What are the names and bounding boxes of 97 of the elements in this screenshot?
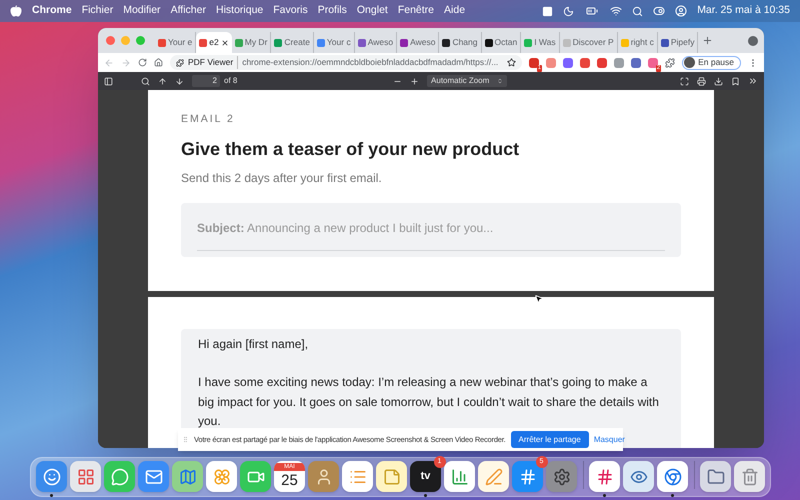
list-icon[interactable] [342, 461, 373, 492]
menu-item[interactable]: Profils [318, 3, 347, 19]
app-name-menu[interactable]: Chrome [32, 3, 72, 19]
tab-title: My Dr [244, 36, 268, 49]
extension-icon[interactable] [580, 58, 590, 68]
extension-icon[interactable] [631, 58, 642, 68]
envelope-icon[interactable] [138, 461, 169, 492]
menu-item[interactable]: Favoris [273, 3, 308, 19]
home-icon[interactable] [154, 58, 163, 67]
calendar-day: 25 [281, 470, 298, 490]
trash-icon[interactable] [734, 461, 765, 492]
pen-icon[interactable] [478, 461, 509, 492]
bookmark-icon[interactable] [731, 76, 740, 86]
apple-logo-icon[interactable] [10, 5, 22, 17]
print-icon[interactable] [697, 76, 706, 86]
extensions-puzzle-icon[interactable] [665, 58, 676, 68]
map-icon[interactable] [172, 461, 203, 492]
tab-title: Octan [494, 36, 518, 49]
page-heading: Give them a teaser of your new product [181, 138, 520, 161]
bar-chart-icon[interactable] [444, 461, 475, 492]
menu-item[interactable]: Afficher [170, 3, 206, 19]
gear-icon[interactable] [546, 461, 577, 492]
email-label: EMAIL 2 [181, 112, 236, 127]
flower-icon[interactable] [206, 461, 237, 492]
hide-link[interactable]: Masquer [594, 434, 625, 446]
menu-item[interactable]: Historique [216, 3, 264, 19]
status-box-icon[interactable] [542, 6, 554, 16]
extension-icon[interactable] [614, 58, 624, 68]
extension-icon[interactable] [546, 58, 556, 68]
tab-title: right c [630, 36, 654, 49]
tab-title: Your c [326, 36, 351, 49]
page-number-field[interactable]: 2 [192, 75, 220, 87]
bookmark-star-icon[interactable] [507, 58, 516, 67]
next-page-icon[interactable] [175, 76, 184, 86]
photo-viewer-icon[interactable] [623, 461, 654, 492]
video-camera-icon[interactable] [240, 461, 271, 492]
tab-title: Chang [452, 36, 478, 49]
close-tab-icon[interactable] [220, 38, 229, 46]
battery-icon[interactable] [584, 5, 600, 17]
zoom-in-icon[interactable] [410, 76, 420, 86]
menu-item[interactable]: Aide [444, 3, 466, 19]
download-icon[interactable] [714, 76, 723, 86]
menu-item[interactable]: Onglet [356, 3, 388, 19]
tab-title: Create [284, 36, 310, 49]
running-indicator [424, 494, 427, 497]
menu-bar-clock[interactable]: Mar. 25 mai à 10:35 [697, 3, 790, 19]
tab-title: e2 [209, 36, 219, 49]
puzzle-icon [176, 58, 184, 66]
more-tools-icon[interactable] [748, 76, 758, 86]
url-text: chrome-extension://oemmndcbldboiebfnladdacbdfmadadm/https://... [242, 56, 498, 69]
tv-label: tv [420, 469, 430, 484]
tab-title: Aweso [368, 36, 394, 49]
tab-title: Your e [168, 36, 192, 49]
extension-icon[interactable] [597, 58, 608, 68]
search-icon[interactable] [632, 6, 644, 16]
page-subtitle: Send this 2 days after your first email. [181, 170, 383, 187]
stop-sharing-button[interactable]: Arrêter le partage [510, 431, 589, 448]
notepad-icon[interactable] [376, 461, 407, 492]
search-icon[interactable] [141, 76, 150, 86]
extension-icon[interactable] [563, 58, 574, 68]
menu-item[interactable]: Fenêtre [398, 3, 434, 19]
running-indicator [50, 494, 53, 497]
page-count: of 8 [224, 75, 238, 87]
browser-logo-icon[interactable] [657, 461, 688, 492]
reload-icon[interactable] [138, 58, 147, 67]
speech-bubble-icon[interactable] [104, 461, 135, 492]
email-greeting: Hi again [first name], [198, 336, 310, 353]
tab-title: Discover P [572, 36, 614, 49]
control-center-icon[interactable] [653, 5, 666, 17]
menu-item[interactable]: Modifier [123, 3, 161, 19]
user-avatar-icon[interactable] [675, 5, 688, 17]
tab-title: I Was [534, 36, 556, 49]
zoom-select[interactable]: Automatic Zoom [427, 75, 508, 87]
site-label: PDF Viewer [188, 56, 238, 69]
app-grid-icon[interactable] [70, 461, 101, 492]
tab-title: Aweso [410, 36, 436, 49]
running-indicator [603, 494, 606, 497]
extension-icon[interactable] [648, 58, 658, 68]
extension-icon[interactable] [529, 58, 540, 68]
browser-tab[interactable]: e2 [196, 32, 232, 53]
folder-icon[interactable] [700, 461, 731, 492]
hash-icon[interactable] [589, 461, 620, 492]
previous-page-icon[interactable] [158, 76, 167, 86]
address-bar[interactable]: PDF Viewer chrome-extension://oemmndcbldboiebfnladdacbdfmadadm/https://... [170, 55, 522, 70]
menu-item[interactable]: Fichier [82, 3, 114, 19]
finder-face-icon[interactable] [36, 461, 67, 492]
presentation-mode-icon[interactable] [680, 76, 689, 86]
subject-line: Subject: Announcing a new product I built just for you... [197, 218, 665, 251]
new-tab-icon[interactable] [702, 35, 714, 46]
email-paragraph: I have some exciting news today: I’m releasing a new webinar that’s going to make a big impact for you. It goes on sale tomorrow, but I couldn’t wait to share the details with you. [198, 374, 660, 430]
contact-book-icon[interactable] [308, 461, 339, 492]
tab-title: Pipefy [670, 36, 694, 49]
moon-icon[interactable] [563, 6, 574, 16]
profile-button[interactable]: En pause [682, 56, 741, 70]
sidebar-toggle-icon[interactable] [104, 76, 113, 86]
running-indicator [671, 494, 674, 497]
avatar-icon [684, 57, 696, 68]
